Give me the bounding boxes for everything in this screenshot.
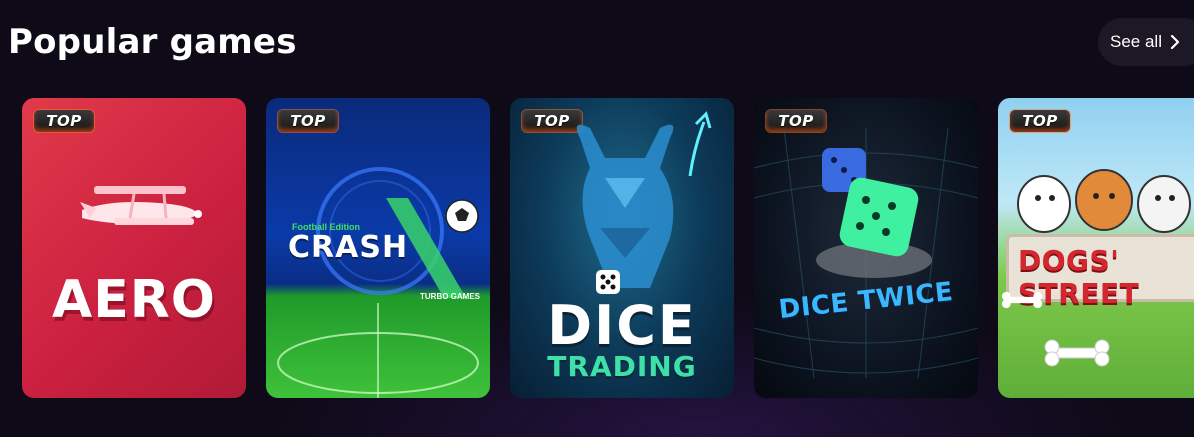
pitch-lines-decoration — [277, 303, 479, 398]
airplane-icon — [80, 186, 202, 225]
see-all-button[interactable]: See all — [1098, 18, 1194, 66]
soccer-ball-icon — [445, 199, 479, 233]
game-card-dice-trading[interactable]: TOP DICE TRADING — [510, 98, 734, 398]
see-all-label: See all — [1110, 32, 1162, 51]
game-card-dogs-street[interactable]: TOP DOGS' STREET — [998, 98, 1194, 398]
game-title: AERO — [51, 270, 216, 330]
game-card-dice-twice[interactable]: TOP DICE TWICE — [754, 98, 978, 398]
section-title: Popular games — [8, 22, 297, 62]
bull-icon — [576, 124, 674, 289]
top-badge: TOP — [278, 110, 338, 132]
game-title-line2: TRADING — [547, 350, 697, 383]
top-badge: TOP — [1010, 110, 1070, 132]
chevron-right-icon — [1170, 35, 1180, 49]
game-title: CRASH — [288, 230, 409, 265]
game-title: DICE — [547, 294, 697, 357]
game-card-crash[interactable]: TOP Football Edition CRASH TURBO GAMES — [266, 98, 490, 398]
game-card-aero[interactable]: TOP AERO — [22, 98, 246, 398]
brand-logo: TURBO GAMES — [420, 292, 480, 301]
game-title: DOGS' STREET — [1018, 244, 1140, 310]
dice-pair-icon — [816, 148, 932, 278]
top-badge: TOP — [34, 110, 94, 132]
bone-icon — [1044, 339, 1110, 367]
trend-arrow-icon — [688, 111, 712, 177]
bone-icon — [1001, 291, 1043, 309]
die-icon — [596, 270, 620, 294]
dogs-illustration — [1017, 169, 1191, 233]
